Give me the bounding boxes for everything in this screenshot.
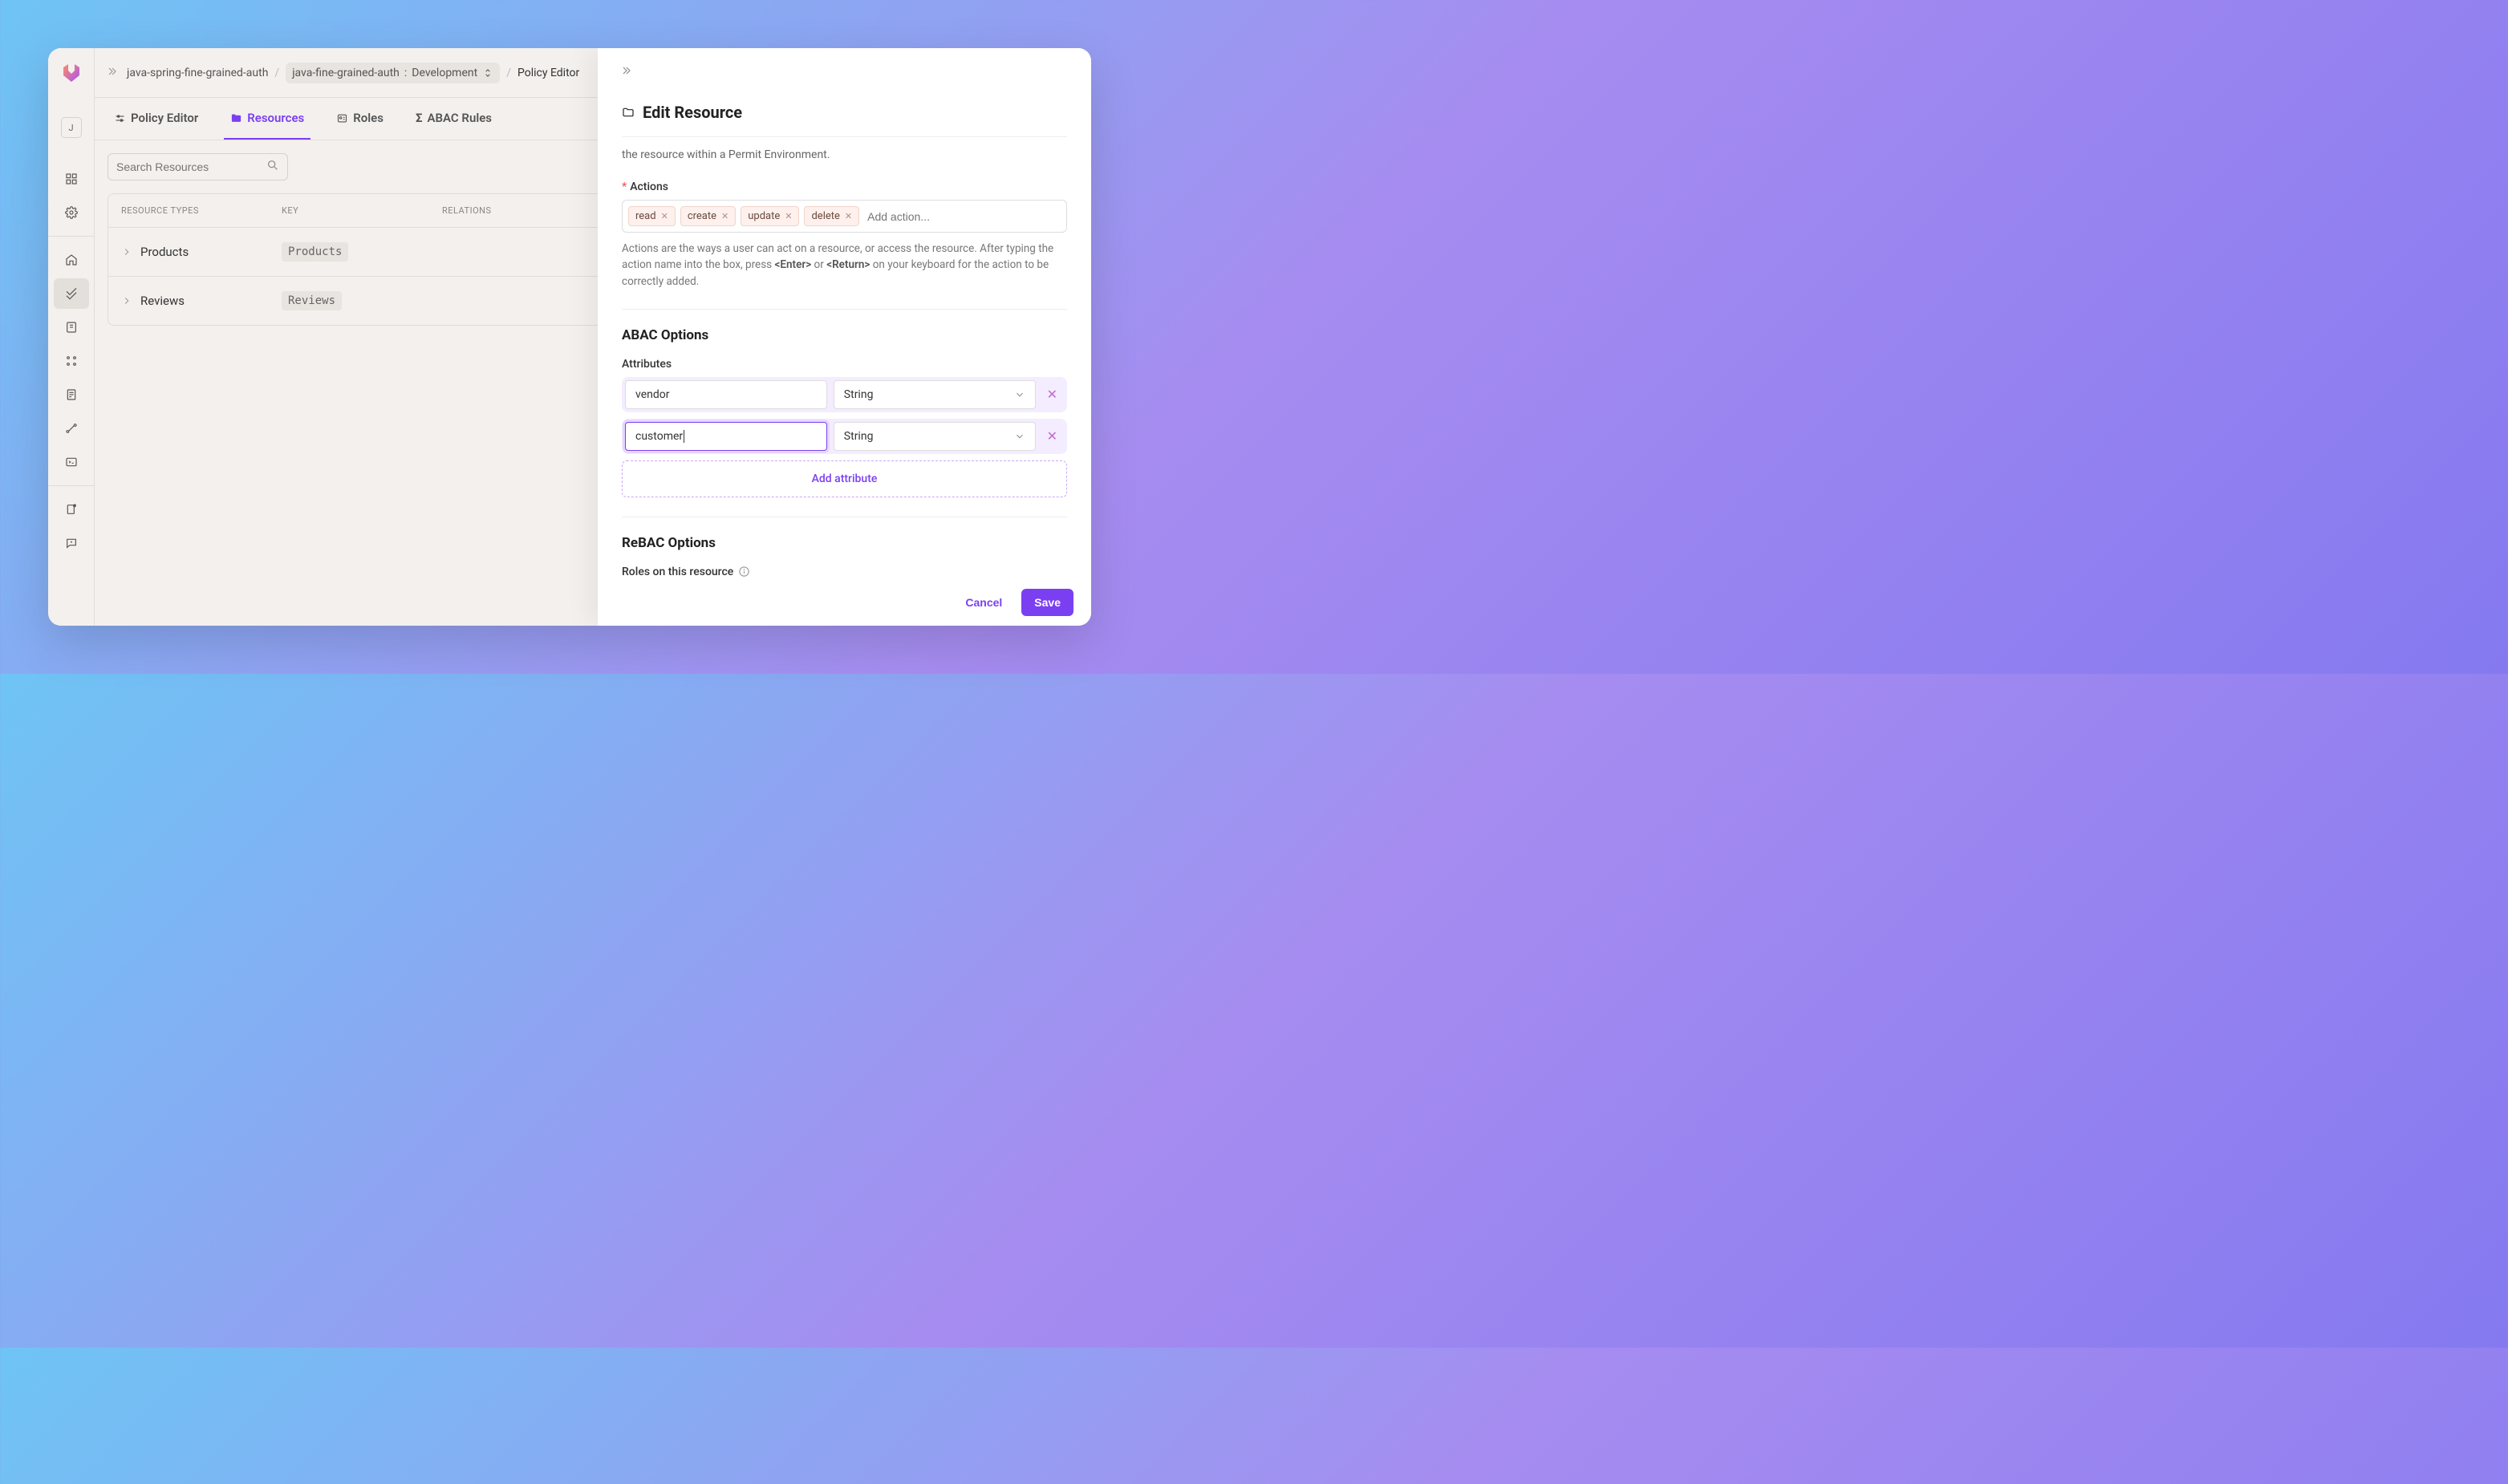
col-key: KEY <box>282 205 442 216</box>
drawer-subtitle: the resource within a Permit Environment… <box>622 148 1067 161</box>
nav-settings[interactable] <box>54 197 89 228</box>
breadcrumb: java-spring-fine-grained-auth / java-fin… <box>108 63 579 83</box>
nav-docs[interactable] <box>54 494 89 525</box>
chevron-right-icon <box>121 246 132 257</box>
nav-feedback[interactable] <box>54 528 89 558</box>
breadcrumb-project[interactable]: java-spring-fine-grained-auth <box>127 67 268 79</box>
attribute-type-select[interactable]: String <box>834 422 1036 451</box>
actions-help-text: Actions are the ways a user can act on a… <box>622 241 1067 310</box>
resource-key: Products <box>282 242 348 262</box>
rebac-options-heading: ReBAC Options <box>622 535 1067 551</box>
avatar[interactable]: J <box>61 117 82 138</box>
folder-icon <box>230 112 242 124</box>
drawer-footer: Cancel Save <box>598 579 1091 626</box>
remove-action-icon[interactable]: ✕ <box>785 211 792 221</box>
actions-field-label: * Actions <box>622 180 1067 193</box>
action-chip-read: read ✕ <box>628 206 676 226</box>
search-box[interactable] <box>108 153 288 180</box>
chevron-down-icon <box>1014 431 1025 442</box>
remove-action-icon[interactable]: ✕ <box>721 211 728 221</box>
col-resource-types: RESOURCE TYPES <box>121 205 282 216</box>
add-attribute-button[interactable]: Add attribute <box>622 460 1067 497</box>
nav-terminal[interactable] <box>54 447 89 477</box>
edit-resource-drawer: Edit Resource the resource within a Perm… <box>598 48 1091 626</box>
remove-attribute-button[interactable]: ✕ <box>1042 428 1062 444</box>
logo <box>59 59 84 85</box>
cancel-button[interactable]: Cancel <box>952 589 1015 616</box>
remove-attribute-button[interactable]: ✕ <box>1042 387 1062 402</box>
abac-options-heading: ABAC Options <box>622 327 1067 343</box>
actions-input-box[interactable]: read ✕ create ✕ update ✕ delete ✕ <box>622 200 1067 233</box>
action-chip-create: create ✕ <box>680 206 736 226</box>
nav-home[interactable] <box>54 245 89 275</box>
breadcrumb-expand-icon[interactable] <box>108 65 120 81</box>
tab-policy-editor[interactable]: Policy Editor <box>108 98 205 140</box>
drawer-title: Edit Resource <box>622 103 1067 137</box>
tab-abac-rules[interactable]: Σ ABAC Rules <box>409 98 498 140</box>
id-icon <box>336 112 348 124</box>
nav-dashboard[interactable] <box>54 164 89 194</box>
save-button[interactable]: Save <box>1021 589 1073 616</box>
sliders-icon <box>114 112 126 124</box>
breadcrumb-current: Policy Editor <box>517 67 579 79</box>
roles-on-resource-label: Roles on this resource <box>622 566 1067 578</box>
search-icon <box>266 159 279 175</box>
nav-graph[interactable] <box>54 413 89 444</box>
attribute-type-select[interactable]: String <box>834 380 1036 409</box>
nav-audit[interactable] <box>54 379 89 410</box>
remove-action-icon[interactable]: ✕ <box>661 211 668 221</box>
search-input[interactable] <box>116 160 266 173</box>
resource-key: Reviews <box>282 291 342 310</box>
attribute-name-input[interactable]: vendor <box>625 380 827 409</box>
attribute-row: vendor String ✕ <box>622 377 1067 412</box>
nav-directory[interactable] <box>54 312 89 343</box>
tab-roles[interactable]: Roles <box>330 98 390 140</box>
chevron-right-icon <box>121 295 132 306</box>
app-window: J <box>48 48 1091 626</box>
action-chip-delete: delete ✕ <box>804 206 859 226</box>
folder-outline-icon <box>622 106 635 119</box>
nav-connections[interactable] <box>54 346 89 376</box>
attribute-row: customer String ✕ <box>622 419 1067 454</box>
remove-action-icon[interactable]: ✕ <box>845 211 852 221</box>
chevron-down-icon <box>1014 389 1025 400</box>
breadcrumb-env-selector[interactable]: java-fine-grained-auth : Development <box>286 63 500 83</box>
sigma-icon: Σ <box>416 111 423 125</box>
drawer-collapse-button[interactable] <box>622 64 635 80</box>
sidebar: J <box>48 48 95 626</box>
tab-resources[interactable]: Resources <box>224 98 310 140</box>
attributes-label: Attributes <box>622 358 1067 371</box>
add-action-input[interactable] <box>864 207 1061 226</box>
attribute-name-input[interactable]: customer <box>625 422 827 451</box>
chevron-updown-icon <box>482 67 493 79</box>
info-icon[interactable] <box>738 566 750 578</box>
action-chip-update: update ✕ <box>741 206 799 226</box>
nav-policy[interactable] <box>54 278 89 309</box>
